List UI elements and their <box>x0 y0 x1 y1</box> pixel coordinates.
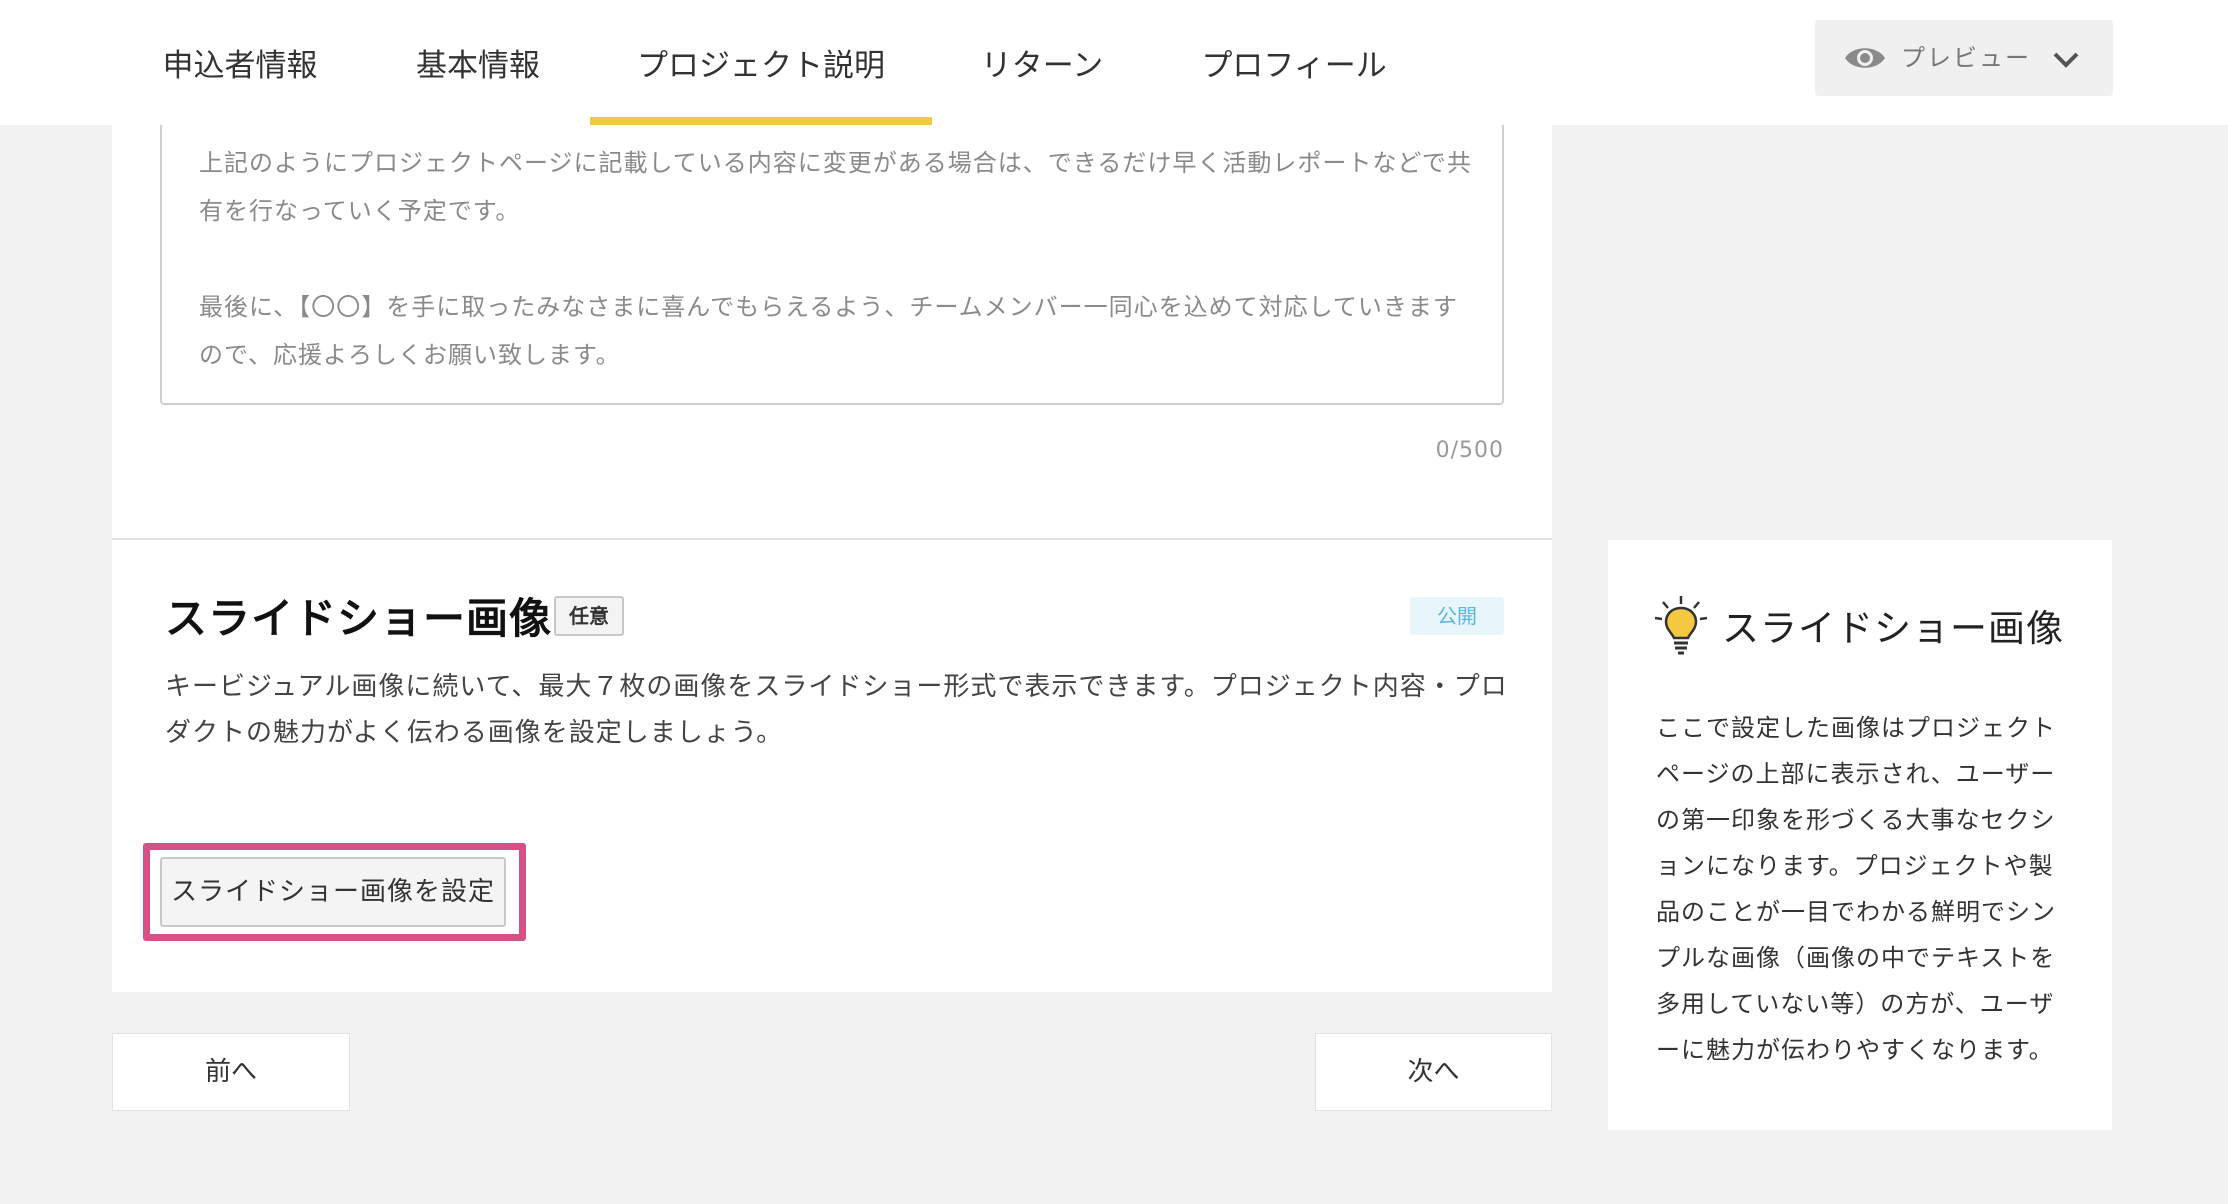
textarea-paragraph: 最後に、【〇〇】を手に取ったみなさまに喜んでもらえるよう、チームメンバー一同心を… <box>199 293 1458 369</box>
character-counter: 0/500 <box>1435 438 1504 463</box>
tab-project-description[interactable]: プロジェクト説明 <box>590 0 932 125</box>
set-slideshow-button[interactable]: スライドショー画像を設定 <box>160 857 506 927</box>
textarea-paragraph: 上記のようにプロジェクトページに記載している内容に変更がある場合は、できるだけ早… <box>199 149 1472 225</box>
chevron-down-icon <box>2053 52 2079 68</box>
optional-badge: 任意 <box>554 596 624 636</box>
tab-returns[interactable]: リターン <box>981 0 1103 125</box>
preview-button[interactable]: プレビュー <box>1815 20 2113 96</box>
description-textarea[interactable]: 上記のようにプロジェクトページに記載している内容に変更がある場合は、できるだけ早… <box>160 125 1504 405</box>
lightbulb-icon <box>1654 596 1708 655</box>
tab-applicant-info[interactable]: 申込者情報 <box>163 0 318 125</box>
public-badge: 公開 <box>1410 597 1504 635</box>
eye-icon <box>1845 48 1885 68</box>
prev-button[interactable]: 前へ <box>112 1033 350 1111</box>
top-nav: 申込者情報 基本情報 プロジェクト説明 リターン プロフィール プレビュー <box>0 0 2228 125</box>
help-body: ここで設定した画像はプロジェクトページの上部に表示され、ユーザーの第一印象を形づ… <box>1656 714 2056 1064</box>
tab-profile[interactable]: プロフィール <box>1201 0 1386 125</box>
section-title: スライドショー画像 <box>165 594 553 643</box>
preview-label: プレビュー <box>1901 44 2031 72</box>
help-title: スライドショー画像 <box>1722 607 2064 650</box>
next-button[interactable]: 次へ <box>1315 1033 1552 1111</box>
tab-basic-info[interactable]: 基本情報 <box>416 0 540 125</box>
section-description: キービジュアル画像に続いて、最大７枚の画像をスライドショー形式で表示できます。プ… <box>165 672 1508 748</box>
